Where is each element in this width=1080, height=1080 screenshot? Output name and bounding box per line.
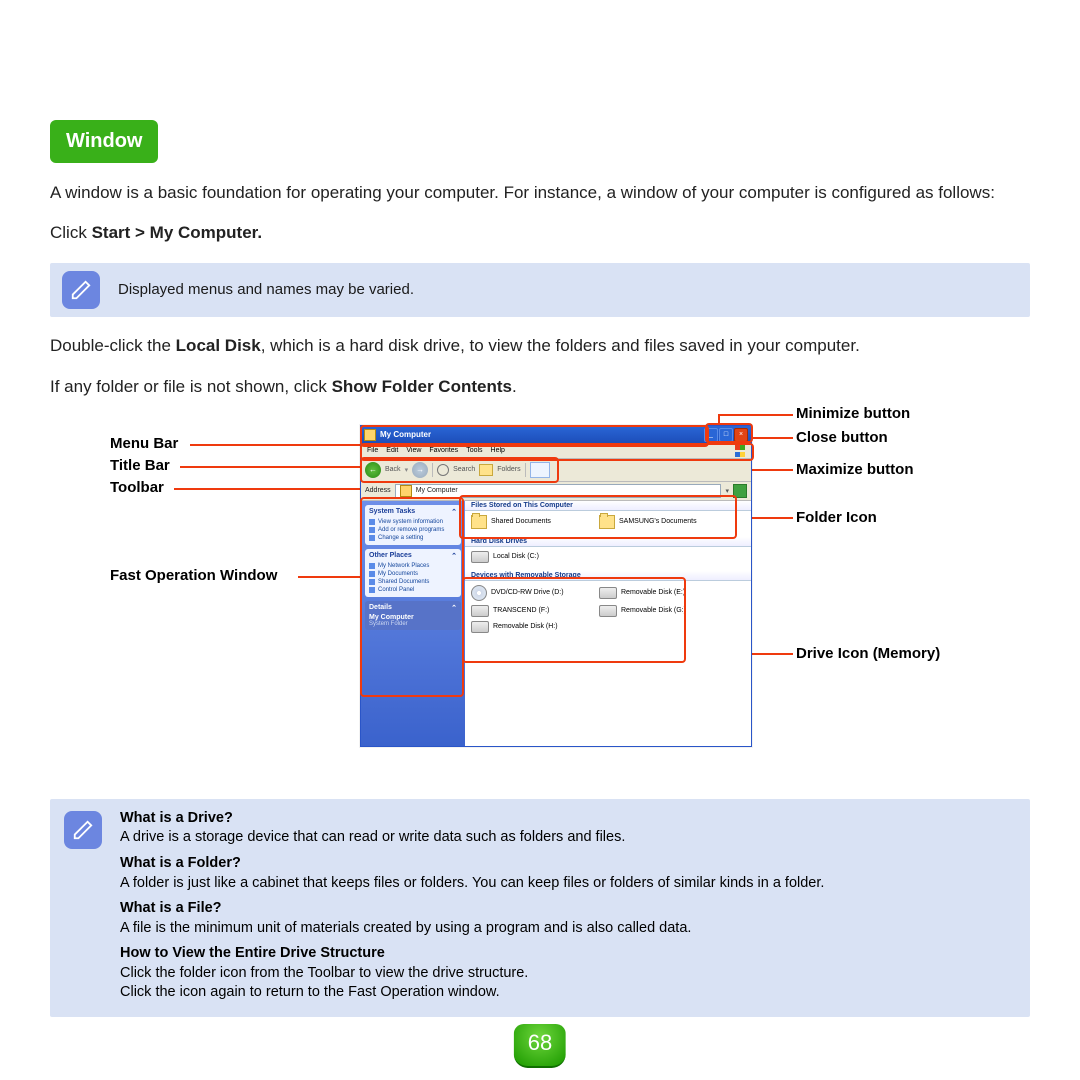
a-drive: A drive is a storage device that can rea…	[120, 828, 824, 848]
hl-folder-icons	[459, 495, 737, 539]
label-menu-bar: Menu Bar	[110, 435, 178, 452]
intro-text: A window is a basic foundation for opera…	[50, 181, 1030, 206]
label-close: Close button	[796, 429, 888, 446]
a-structure-2: Click the icon again to return to the Fa…	[120, 983, 824, 1003]
q-folder: What is a Folder?	[120, 854, 824, 874]
label-toolbar: Toolbar	[110, 479, 164, 496]
hl-fast-op	[360, 497, 464, 697]
instruction-line: Click Start > My Computer.	[50, 223, 1030, 243]
label-fast-op: Fast Operation Window	[110, 567, 277, 584]
show-folder-line: If any folder or file is not shown, clic…	[50, 375, 1030, 400]
definitions-box: What is a Drive? A drive is a storage de…	[50, 799, 1030, 1017]
label-minimize: Minimize button	[796, 405, 910, 422]
a-file: A file is the minimum unit of materials …	[120, 919, 824, 939]
label-title-bar: Title Bar	[110, 457, 170, 474]
instruction-bold: Start > My Computer.	[92, 223, 263, 242]
note-box-varied: Displayed menus and names may be varied.	[50, 263, 1030, 317]
leader-fast-op	[298, 576, 360, 578]
pencil-note-icon	[64, 811, 102, 849]
leader-menu-bar	[190, 444, 360, 446]
label-drive-icon: Drive Icon (Memory)	[796, 645, 940, 662]
q-file: What is a File?	[120, 899, 824, 919]
a-structure-1: Click the folder icon from the Toolbar t…	[120, 964, 824, 984]
instruction-prefix: Click	[50, 223, 92, 242]
pencil-note-icon	[62, 271, 100, 309]
hl-toolbar	[360, 457, 559, 483]
address-icon	[400, 485, 412, 497]
label-folder-icon: Folder Icon	[796, 509, 877, 526]
note-text: Displayed menus and names may be varied.	[118, 281, 414, 298]
drive-item[interactable]: Local Disk (C:)	[471, 551, 591, 563]
hl-window-buttons	[705, 423, 753, 443]
double-click-line: Double-click the Local Disk, which is a …	[50, 334, 1030, 359]
q-drive: What is a Drive?	[120, 809, 824, 829]
leader-title-bar	[180, 466, 360, 468]
label-maximize: Maximize button	[796, 461, 914, 478]
leader-toolbar	[174, 488, 360, 490]
section-title-badge: Window	[50, 120, 158, 163]
hl-drives	[462, 577, 686, 663]
address-label: Address	[365, 487, 391, 494]
q-structure: How to View the Entire Drive Structure	[120, 944, 824, 964]
leader-min	[718, 414, 793, 416]
leader-close	[746, 437, 793, 439]
a-folder: A folder is just like a cabinet that kee…	[120, 874, 824, 894]
window-anatomy-diagram: Menu Bar Title Bar Toolbar Fast Operatio…	[50, 417, 1030, 777]
disk-icon	[471, 551, 489, 563]
page-number: 68	[514, 1024, 566, 1068]
